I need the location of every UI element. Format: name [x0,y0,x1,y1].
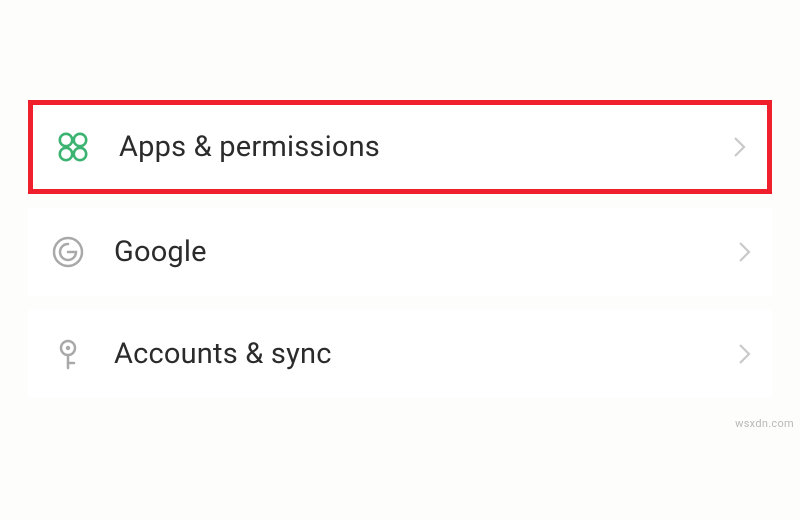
apps-icon [51,125,95,169]
chevron-right-icon [731,132,749,162]
watermark: wsxdn.com [735,417,794,430]
settings-item-apps-permissions[interactable]: Apps & permissions [28,100,772,194]
settings-list: Apps & permissions Google [0,0,800,398]
settings-item-label: Apps & permissions [119,130,731,164]
key-icon [46,332,90,376]
settings-item-accounts-sync[interactable]: Accounts & sync [28,310,772,398]
settings-item-label: Accounts & sync [114,337,736,371]
chevron-right-icon [736,339,754,369]
chevron-right-icon [736,237,754,267]
settings-item-google[interactable]: Google [28,208,772,296]
google-icon [46,230,90,274]
settings-item-label: Google [114,235,736,269]
